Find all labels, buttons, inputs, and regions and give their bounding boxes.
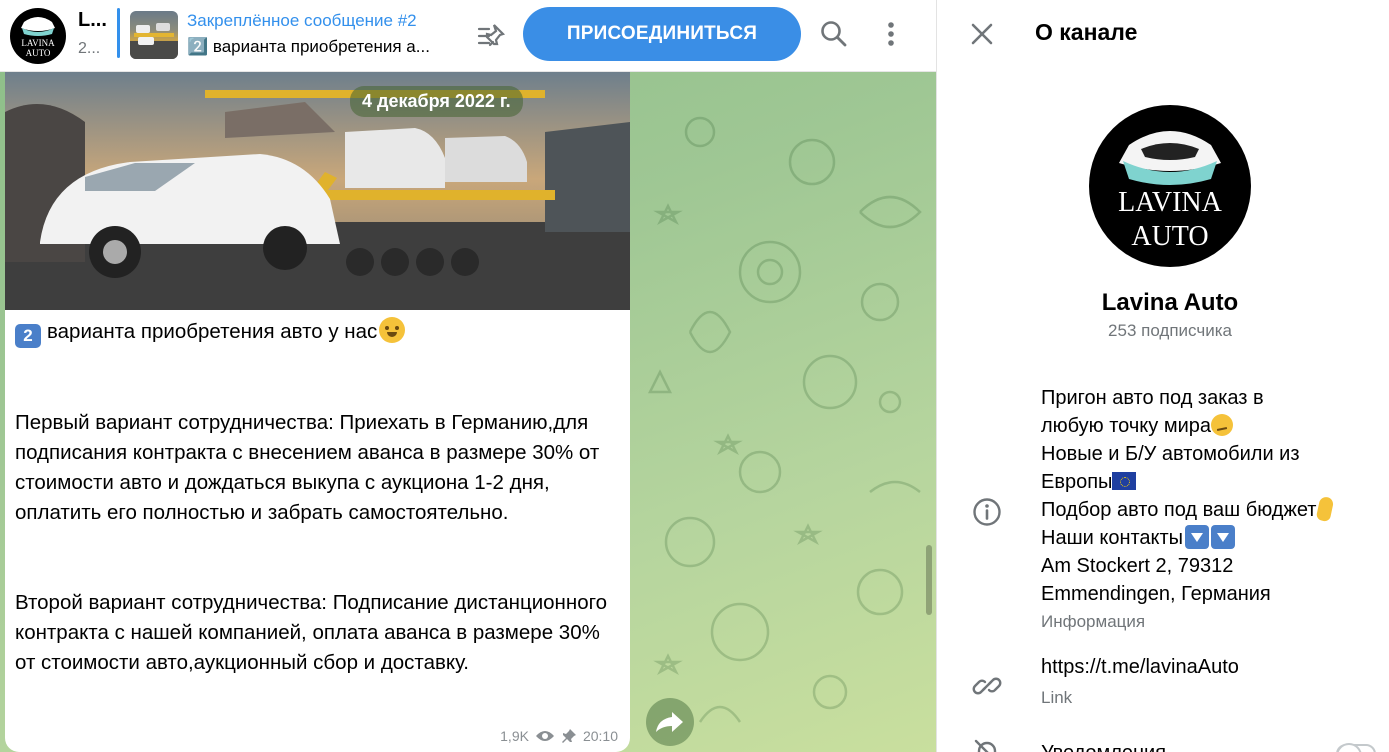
- info-icon: [973, 498, 1001, 526]
- chat-column: LAVINA AUTO L... 2... Закреплённое сообщ…: [0, 0, 937, 752]
- desc-line: Подбор авто под ваш бюджет: [1041, 499, 1317, 521]
- desc-line: Пригон авто под заказ в: [1041, 387, 1264, 409]
- notifications-toggle[interactable]: [1336, 743, 1376, 752]
- post-paragraph-2: Второй вариант сотрудничества: Подписани…: [15, 591, 608, 674]
- chat-scrollbar[interactable]: [926, 545, 932, 615]
- eu-flag-emoji-icon: [1112, 472, 1137, 490]
- forward-arrow-icon: [656, 712, 683, 732]
- pinned-message-text[interactable]: 2️⃣ варианта приобретения а...: [187, 37, 457, 57]
- car-carrier-photo: [5, 72, 630, 310]
- desc-line: Наши контакты: [1041, 527, 1184, 549]
- link-label: Link: [1041, 688, 1073, 707]
- post-meta: 1,9K 20:10: [500, 728, 618, 744]
- search-icon[interactable]: [818, 18, 850, 50]
- channel-avatar-large[interactable]: LAVINA AUTO: [1089, 105, 1251, 267]
- keycap-2-emoji: 2: [15, 324, 41, 348]
- notifications-label: Уведомления: [1041, 742, 1166, 752]
- pinned-indicator-bar: [117, 8, 120, 58]
- pinned-message-title[interactable]: Закреплённое сообщение #2: [187, 11, 417, 31]
- down-arrow-emoji-icon: [1211, 525, 1236, 549]
- chat-header: LAVINA AUTO L... 2... Закреплённое сообщ…: [0, 0, 936, 72]
- hugging-face-emoji-icon: [379, 317, 406, 343]
- car-carrier-thumbnail-icon: [130, 23, 178, 59]
- channel-link[interactable]: https://t.me/lavinaAuto: [1041, 656, 1239, 679]
- info-label: Информация: [1041, 612, 1146, 631]
- crossed-fingers-emoji-icon: [1316, 495, 1335, 523]
- post-time: 20:10: [582, 728, 618, 744]
- channel-subtitle: 2...: [78, 40, 101, 57]
- desc-line: Новые и Б/У автомобили из: [1041, 443, 1300, 465]
- channel-title[interactable]: L...: [78, 9, 107, 32]
- channel-avatar[interactable]: LAVINA AUTO: [10, 8, 66, 64]
- close-icon[interactable]: [968, 20, 996, 48]
- svg-text:LAVINA: LAVINA: [1118, 187, 1222, 218]
- channel-info-panel: О канале LAVINA AUTO Lavina Auto 253 под…: [938, 0, 1389, 752]
- date-badge: 4 декабря 2022 г.: [350, 86, 523, 117]
- desc-line: Европы: [1041, 471, 1113, 493]
- subscriber-count: 253 подписчика: [1108, 321, 1232, 340]
- link-icon: [972, 677, 1002, 695]
- post-photo[interactable]: 4 декабря 2022 г.: [5, 72, 630, 310]
- pin-list-icon[interactable]: [476, 20, 508, 52]
- lavina-logo-icon: LAVINA AUTO: [1118, 131, 1223, 252]
- channel-description: Пригон авто под заказ в любую точку мира…: [1041, 384, 1371, 608]
- pinned-message-thumbnail[interactable]: [130, 11, 178, 59]
- bell-off-icon: [974, 739, 997, 752]
- panel-title: О канале: [1035, 19, 1138, 45]
- post-headline: варианта приобретения авто у нас: [47, 320, 378, 343]
- svg-text:AUTO: AUTO: [26, 48, 51, 58]
- svg-text:AUTO: AUTO: [1131, 221, 1208, 252]
- pinned-icon: [561, 729, 576, 743]
- forward-button[interactable]: [646, 698, 694, 746]
- lavina-logo-icon: LAVINA AUTO: [21, 17, 55, 58]
- eye-icon: [535, 731, 554, 741]
- more-vertical-icon[interactable]: [876, 18, 906, 50]
- channel-post[interactable]: 4 декабря 2022 г. 2 варианта приобретения…: [5, 72, 630, 752]
- desc-line: Am Stockert 2, 79312: [1041, 555, 1234, 577]
- view-count: 1,9K: [500, 728, 529, 744]
- smirk-emoji-icon: [1210, 414, 1233, 436]
- post-text: 2 варианта приобретения авто у нас Первый…: [15, 317, 620, 678]
- post-paragraph-1: Первый вариант сотрудничества: Приехать …: [15, 411, 600, 524]
- desc-line: любую точку мира: [1041, 415, 1211, 437]
- svg-text:LAVINA: LAVINA: [21, 38, 55, 48]
- join-channel-button[interactable]: ПРИСОЕДИНИТЬСЯ: [523, 7, 801, 61]
- desc-line: Emmendingen, Германия: [1041, 583, 1271, 605]
- channel-name: Lavina Auto: [1101, 289, 1239, 316]
- down-arrow-emoji-icon: [1185, 525, 1210, 549]
